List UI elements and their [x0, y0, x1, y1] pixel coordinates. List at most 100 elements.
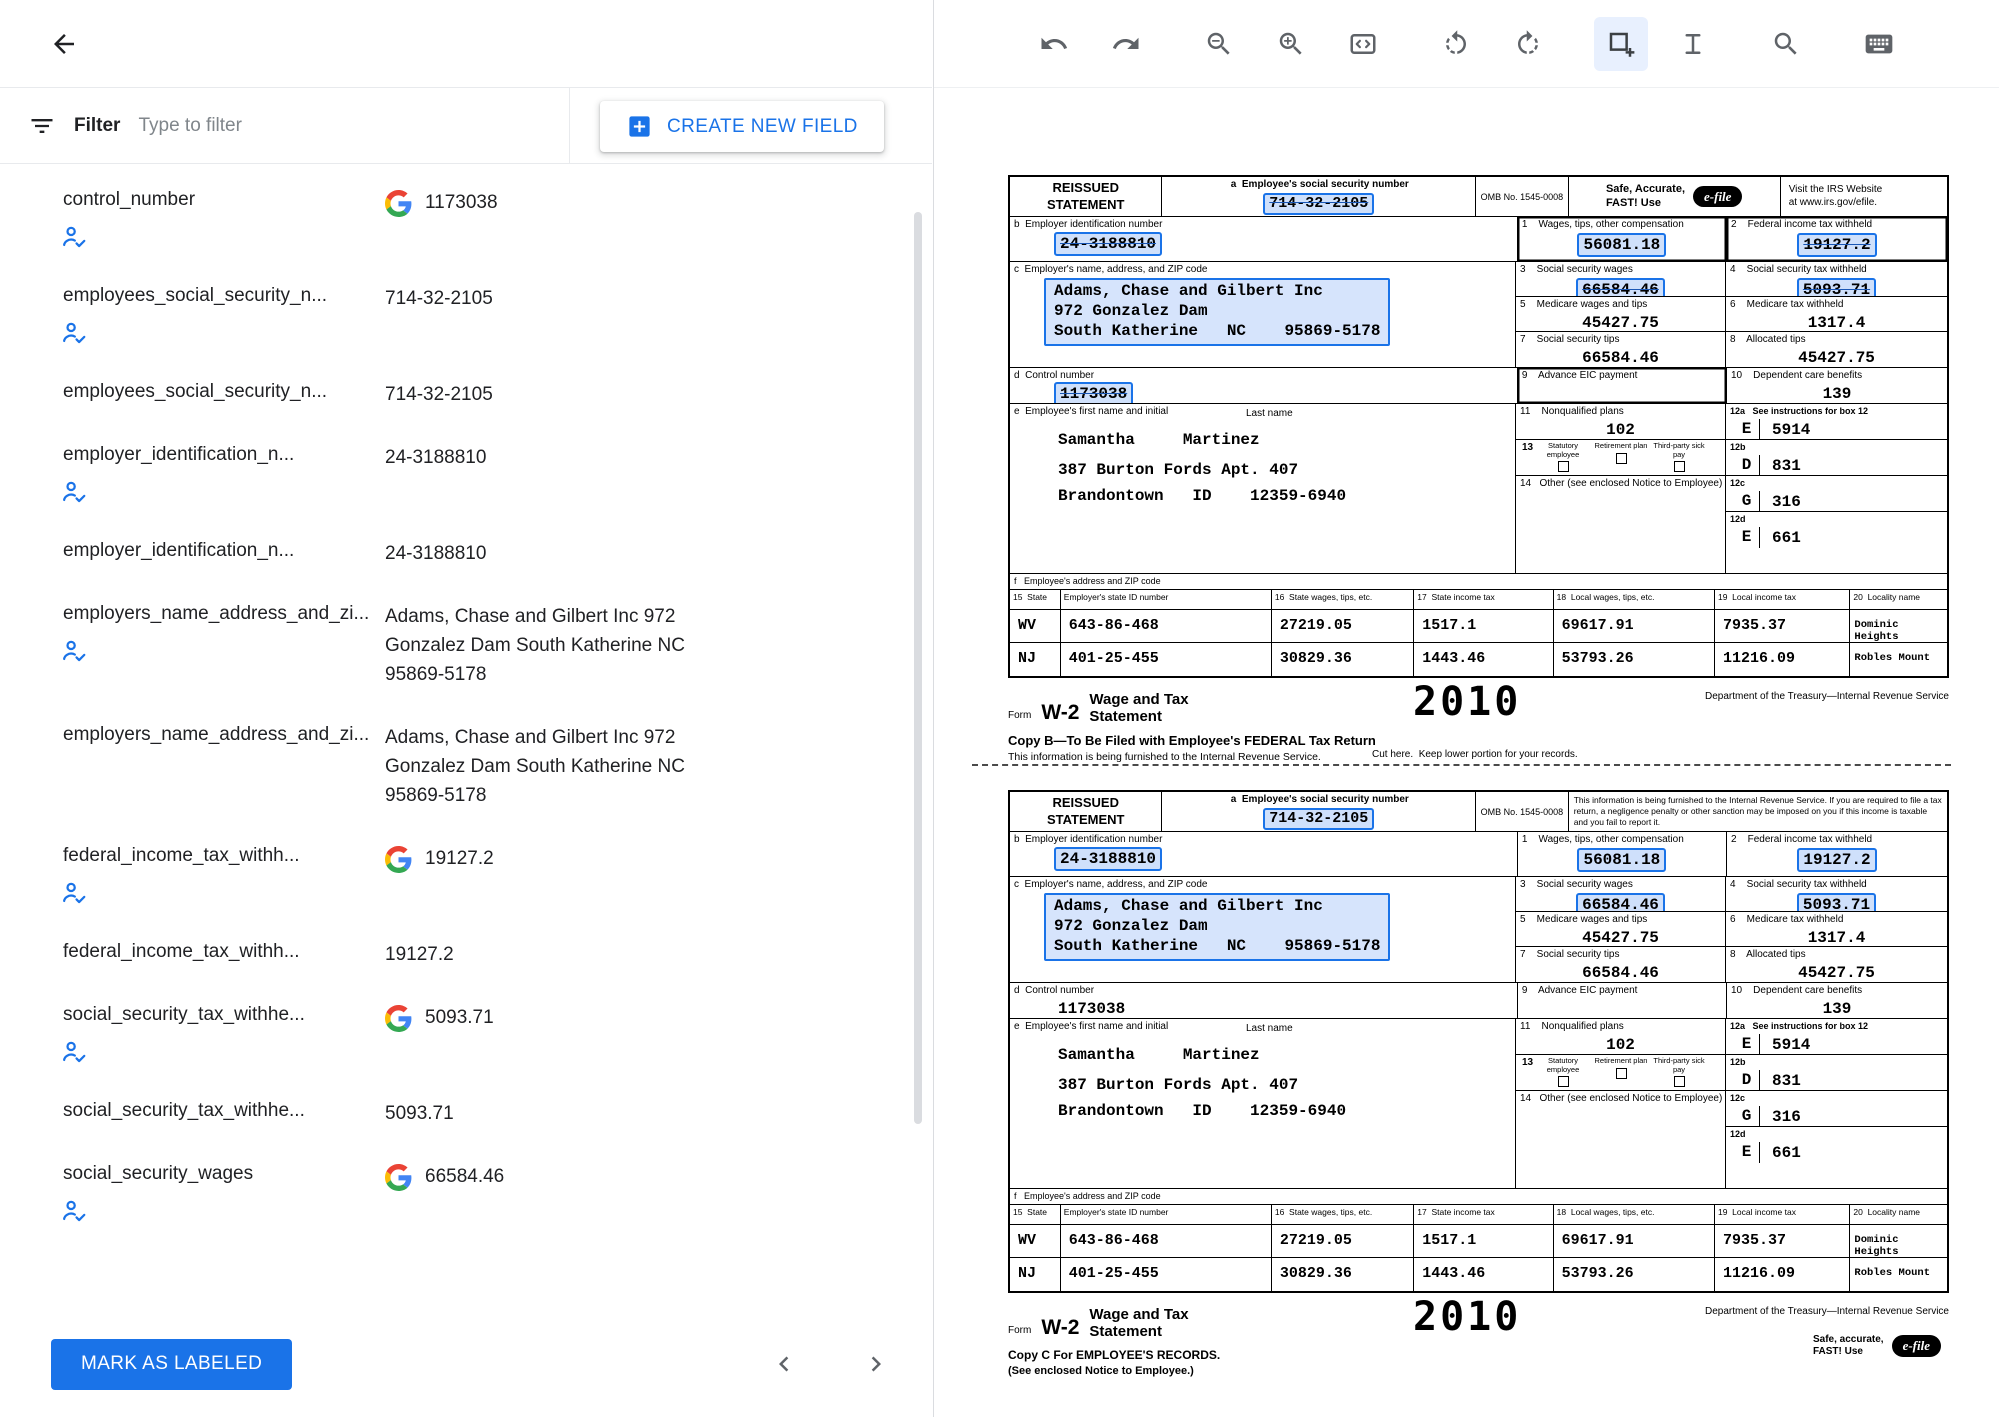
w2-box9-cell: 9 Advance EIC payment [1518, 983, 1727, 1018]
w2-box14-label: 14 Other (see enclosed Notice to Employe… [1516, 476, 1725, 490]
w2-row-5-6: 5 Medicare wages and tips 45427.75 6 Med… [1516, 912, 1947, 947]
w2-form-title: Wage and Tax Statement [1089, 1306, 1211, 1341]
w2-copy-title: Copy B—To Be Filed with Employee's FEDER… [1008, 733, 1949, 748]
mark-as-labeled-button[interactable]: MARK AS LABELED [51, 1339, 292, 1390]
field-row-ss-tax-1[interactable]: social_security_tax_withhe... 5093.71 [0, 986, 918, 1082]
state-wages: 30829.36 [1272, 1258, 1413, 1282]
field-row-federal-tax-1[interactable]: federal_income_tax_withh... 19127.2 [0, 827, 918, 923]
annotation-control-number[interactable]: 1173038 [1054, 382, 1133, 404]
field-row-employer-ein-2[interactable]: employer_identification_n... 24-3188810 [0, 522, 918, 585]
w2-employee-address-2: Brandontown ID 12359-6940 [1058, 1101, 1515, 1121]
field-row-federal-tax-2[interactable]: federal_income_tax_withh... 19127.2 [0, 923, 918, 986]
zoom-out-button[interactable] [1192, 17, 1246, 71]
locality-name: Dominic Heights [1850, 1225, 1947, 1257]
w2-box4-label: 4 Social security tax withheld [1726, 262, 1947, 276]
local-wages: 69617.91 [1554, 1225, 1714, 1249]
create-new-field-button[interactable]: CREATE NEW FIELD [600, 101, 884, 152]
annotation-ss-tax[interactable]: 5093.71 [1797, 278, 1876, 297]
annotation-ss-tax[interactable]: 5093.71 [1797, 893, 1876, 912]
state-code: NJ [1010, 643, 1060, 667]
chevron-right-icon [861, 1349, 891, 1379]
next-page-button[interactable] [854, 1342, 898, 1386]
w2-copy-title: Copy C For EMPLOYEE'S RECORDS. [1008, 1348, 1949, 1362]
w2-employee-name: Samantha Martinez [1058, 1045, 1515, 1065]
cut-line-label: Cut here. Keep lower portion for your re… [1372, 749, 1578, 760]
field-row-employer-ein-1[interactable]: employer_identification_n... 24-3188810 [0, 426, 918, 522]
annotation-federal-tax[interactable]: 19127.2 [1797, 233, 1876, 257]
add-bounding-box-icon [1606, 29, 1636, 59]
w2-state-header-row: 15 State Employer's state ID number 16 S… [1010, 590, 1947, 610]
w2-box3-label: 3 Social security wages [1516, 877, 1725, 891]
scrollbar-thumb[interactable] [914, 212, 922, 1124]
select-text-button[interactable] [1666, 17, 1720, 71]
labeler-check-icon [61, 1038, 385, 1065]
keyboard-shortcuts-button[interactable] [1852, 17, 1906, 71]
filter-input[interactable] [138, 115, 549, 137]
create-new-field-label: CREATE NEW FIELD [667, 116, 858, 138]
w2-box14-cell: 14 Other (see enclosed Notice to Employe… [1516, 476, 1726, 574]
w2-boxD-label: d Control number [1010, 368, 1517, 382]
w2-box7-cell: 7 Social security tips 66584.46 [1516, 947, 1726, 983]
w2-box12d-cell: 12d E661 [1726, 512, 1947, 574]
retirement-plan-checkbox [1616, 1068, 1627, 1079]
annotation-wages[interactable]: 56081.18 [1577, 233, 1666, 257]
w2-boxF-label: f Employee's address and ZIP code [1010, 574, 1947, 586]
w2-row-f: f Employee's address and ZIP code [1010, 1189, 1947, 1205]
field-row-ss-wages[interactable]: social_security_wages 66584.46 [0, 1145, 918, 1241]
field-name: social_security_wages [63, 1162, 385, 1186]
pagination [762, 1342, 898, 1386]
field-row-control-number[interactable]: control_number 1173038 [0, 171, 918, 267]
w2-box6-value: 1317.4 [1808, 929, 1866, 947]
document-panel: REISSUED STATEMENT a Employee's social s… [933, 0, 1999, 1417]
labeler-check-icon [61, 637, 385, 664]
annotation-employer-name-address[interactable]: Adams, Chase and Gilbert Inc 972 Gonzale… [1044, 893, 1390, 961]
w2-state-header-row: 15 State Employer's state ID number 16 S… [1010, 1205, 1947, 1225]
w2-omb: OMB No. 1545-0008 [1476, 792, 1569, 831]
w2-box12a-code: E [1734, 1034, 1760, 1054]
state-code: WV [1010, 610, 1060, 634]
annotation-ssn[interactable]: 714-32-2105 [1263, 193, 1374, 216]
field-row-employees-ssn-2[interactable]: employees_social_security_n... 714-32-21… [0, 363, 918, 426]
add-bounding-box-button[interactable] [1594, 17, 1648, 71]
annotation-ein[interactable]: 24-3188810 [1054, 232, 1162, 256]
w2-box15-label: 15 State [1010, 1205, 1060, 1217]
field-row-employer-name-2[interactable]: employers_name_address_and_zi... Adams, … [0, 706, 918, 827]
w2-box12a-value: 5914 [1772, 1035, 1810, 1054]
w2-box12d-value: 661 [1772, 1143, 1801, 1163]
annotation-employer-name-address[interactable]: Adams, Chase and Gilbert Inc 972 Gonzale… [1044, 278, 1390, 346]
annotation-wages[interactable]: 56081.18 [1577, 848, 1666, 872]
annotation-federal-tax[interactable]: 19127.2 [1797, 848, 1876, 872]
field-name: employer_identification_n... [63, 443, 385, 467]
code-view-button[interactable] [1336, 17, 1390, 71]
annotation-ssn[interactable]: 714-32-2105 [1263, 808, 1374, 831]
back-button[interactable] [40, 20, 88, 68]
w2-table: REISSUED STATEMENT a Employee's social s… [1008, 175, 1949, 678]
annotation-ein[interactable]: 24-3188810 [1054, 847, 1162, 871]
chevron-left-icon [769, 1349, 799, 1379]
w2-third-party-sick-pay-label: Third-party sick pay [1650, 442, 1708, 459]
zoom-in-button[interactable] [1264, 17, 1318, 71]
field-value: 714-32-2105 [385, 380, 493, 409]
w2-boxA-cell: a Employee's social security number 714-… [1162, 177, 1476, 216]
w2-box12d-value: 661 [1772, 528, 1801, 548]
rotate-left-button[interactable] [1429, 17, 1483, 71]
w2-box12c-value: 316 [1772, 492, 1801, 512]
undo-button[interactable] [1027, 17, 1081, 71]
search-button[interactable] [1759, 17, 1813, 71]
redo-button[interactable] [1099, 17, 1153, 71]
retirement-plan-checkbox [1616, 453, 1627, 464]
w2-box13-label: 13 [1518, 1055, 1534, 1087]
field-row-ss-tax-2[interactable]: social_security_tax_withhe... 5093.71 [0, 1082, 918, 1145]
redo-icon [1111, 29, 1141, 59]
annotation-ss-wages[interactable]: 66584.46 [1576, 893, 1665, 912]
w2-box4-cell: 4 Social security tax withheld 5093.71 [1726, 877, 1947, 911]
w2-box2-label: 2 Federal income tax withheld [1727, 832, 1947, 846]
rotate-right-button[interactable] [1501, 17, 1555, 71]
field-row-employees-ssn-1[interactable]: employees_social_security_n... 714-32-21… [0, 267, 918, 363]
field-row-employer-name-1[interactable]: employers_name_address_and_zi... Adams, … [0, 585, 918, 706]
previous-page-button[interactable] [762, 1342, 806, 1386]
w2-box12b-code: D [1734, 1070, 1760, 1090]
w2-box1-cell: 1 Wages, tips, other compensation 56081.… [1518, 832, 1727, 876]
annotation-ss-wages[interactable]: 66584.46 [1576, 278, 1665, 297]
w2-box12b-code: D [1734, 455, 1760, 475]
